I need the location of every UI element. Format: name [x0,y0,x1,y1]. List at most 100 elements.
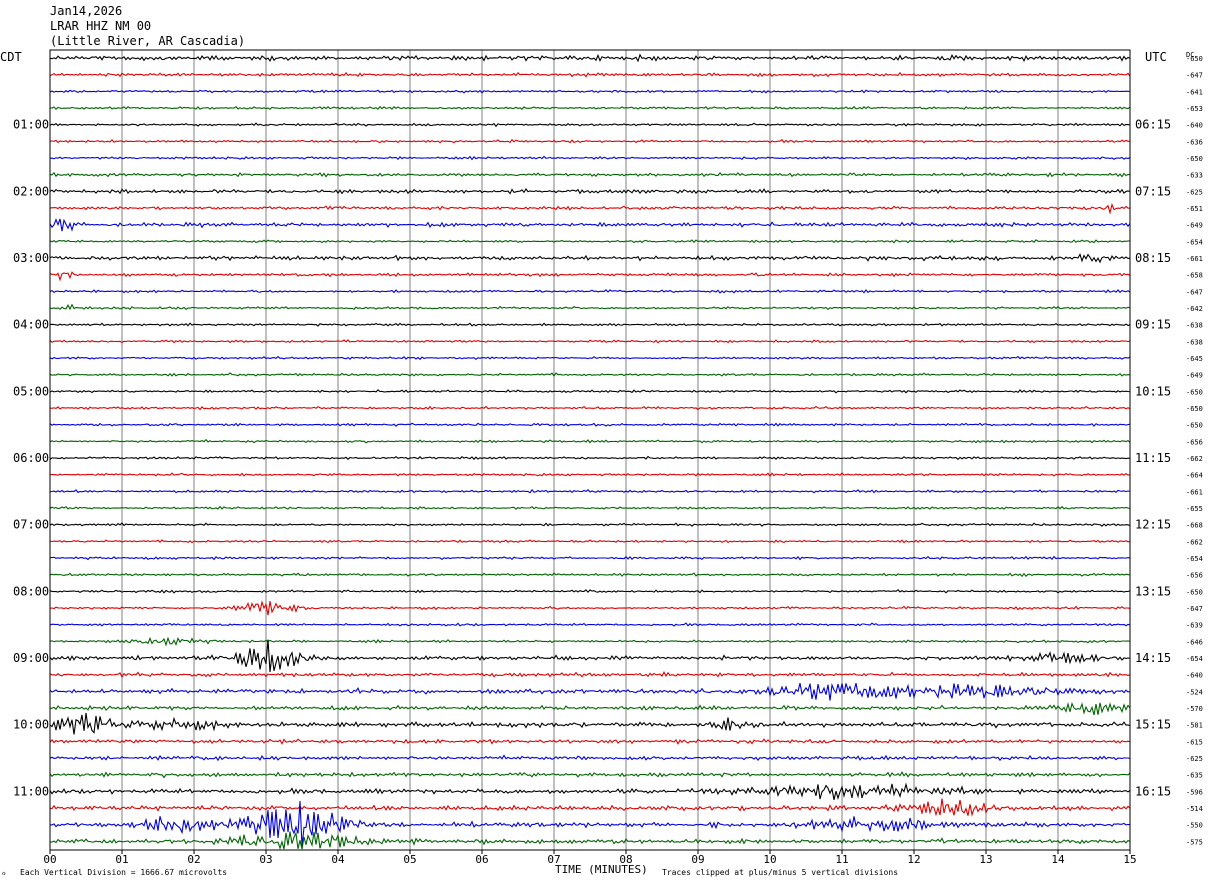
seismic-trace [49,202,1131,215]
dc-offset-label: -661 [1186,255,1203,263]
cdt-hour-label: 01:00 [13,118,49,132]
x-tick-label: 01 [115,853,128,866]
dc-offset-label: -668 [1186,522,1203,530]
dc-offset-label: -625 [1186,755,1203,763]
seismic-trace [49,682,1131,701]
seismic-trace [49,303,1131,311]
dc-offset-label: -661 [1186,488,1203,496]
dc-offset-label: -647 [1186,605,1203,613]
dc-offset-label: -615 [1186,738,1203,746]
x-tick-label: 14 [1051,853,1065,866]
seismic-trace [49,600,1131,616]
seismic-trace [49,105,1131,110]
seismic-trace [49,171,1131,178]
dc-offset-label: -650 [1186,388,1203,396]
dc-offset-labels: -650 -647 -641 -653 -640 -636 -650 -633 -625 -651… [1186,55,1203,846]
dc-offset-label: -625 [1186,188,1203,196]
seismic-trace [50,800,1131,847]
seismic-trace [49,636,1131,647]
cdt-hour-label: 11:00 [13,784,49,798]
seismic-traces [49,53,1131,851]
seismic-trace [49,188,1131,195]
dc-offset-label: -640 [1186,672,1203,680]
utc-hour-label: 11:15 [1135,451,1171,465]
x-tick-label: 05 [403,853,416,866]
dc-offset-label: -664 [1186,472,1203,480]
dc-offset-label: -581 [1186,722,1203,730]
seismic-trace [49,438,1131,444]
utc-hour-label: 10:15 [1135,384,1171,398]
dc-offset-label: -650 [1186,155,1203,163]
dc-offset-label: -638 [1186,338,1203,346]
dc-offset-label: -662 [1186,455,1203,463]
utc-hour-label: 16:15 [1135,784,1171,798]
seismic-trace [49,389,1131,394]
dc-offset-label: -524 [1186,688,1203,696]
clip-note: Traces clipped at plus/minus 5 vertical … [662,868,899,877]
seismic-trace [49,405,1131,411]
dc-offset-label: -650 [1186,422,1203,430]
cdt-hour-label: 07:00 [13,518,49,532]
seismic-trace [49,738,1131,745]
x-tick-label: 03 [259,853,272,866]
minute-gridlines [121,50,1059,850]
utc-hour-label: 06:15 [1135,118,1171,132]
dc-offset-label: -647 [1186,72,1203,80]
seismic-trace [49,138,1131,144]
dc-offset-label: -658 [1186,272,1203,280]
scale-note: Each Vertical Division = 1666.67 microvo… [20,868,228,877]
seismic-trace [49,89,1131,94]
seismic-trace [49,271,1131,282]
dc-offset-label: -655 [1186,505,1203,513]
cdt-hour-labels: 01:00 02:00 03:00 04:00 05:00 06:00 07:00 08:00… [13,118,49,799]
seismic-trace [49,339,1131,344]
utc-hour-label: 07:15 [1135,184,1171,198]
seismic-trace [49,589,1131,594]
helicorder-chart: 00 01 02 03 04 05 06 07 08 09 10 11 12 13 14 15 01:0002… [0,49,1203,876]
cdt-hour-label: 03:00 [13,251,49,265]
seismogram-page: Jan14,2026 LRAR HHZ NM 00 (Little River,… [0,0,1210,886]
seismic-trace [49,239,1131,244]
utc-hour-label: 15:15 [1135,718,1171,732]
x-tick-label: 04 [331,853,345,866]
seismic-trace [49,322,1131,327]
cdt-hour-label: 10:00 [13,718,49,732]
plot-frame [49,49,1131,851]
seismic-trace [49,71,1131,78]
dc-offset-label: -654 [1186,555,1203,563]
dc-offset-label: -550 [1186,822,1203,830]
cdt-hour-label: 05:00 [13,384,49,398]
dc-offset-label: -570 [1186,705,1203,713]
seismic-trace [49,555,1131,561]
dc-offset-label: -640 [1186,122,1203,130]
dc-offset-label: -575 [1186,838,1203,846]
seismic-trace [50,155,1131,161]
x-tick-label: 10 [763,853,776,866]
corner-mark: ℴ [2,868,6,877]
seismic-trace [49,782,1131,801]
x-tick-label: 13 [979,853,992,866]
cdt-hour-label: 04:00 [13,318,49,332]
seismic-trace [49,639,1131,673]
seismic-trace [49,622,1131,627]
seismic-trace [49,253,1131,264]
dc-offset-label: -649 [1186,372,1203,380]
dc-header-label: DC [1186,51,1194,59]
left-axis-label: CDT [0,50,22,64]
cdt-hour-label: 06:00 [13,451,49,465]
seismic-trace [49,505,1131,510]
x-tick-label: 06 [475,853,488,866]
dc-offset-label: -596 [1186,788,1203,796]
dc-offset-label: -647 [1186,288,1203,296]
seismic-trace [49,422,1131,427]
utc-hour-label: 13:15 [1135,584,1171,598]
seismic-trace [49,472,1131,478]
x-tick-label: 15 [1123,853,1136,866]
x-tick-label: 00 [43,853,56,866]
dc-offset-label: -639 [1186,622,1203,630]
x-tick-label: 12 [907,853,920,866]
cdt-hour-label: 08:00 [13,584,49,598]
utc-hour-label: 14:15 [1135,651,1171,665]
seismic-trace [49,701,1131,716]
dc-offset-label: -656 [1186,438,1203,446]
